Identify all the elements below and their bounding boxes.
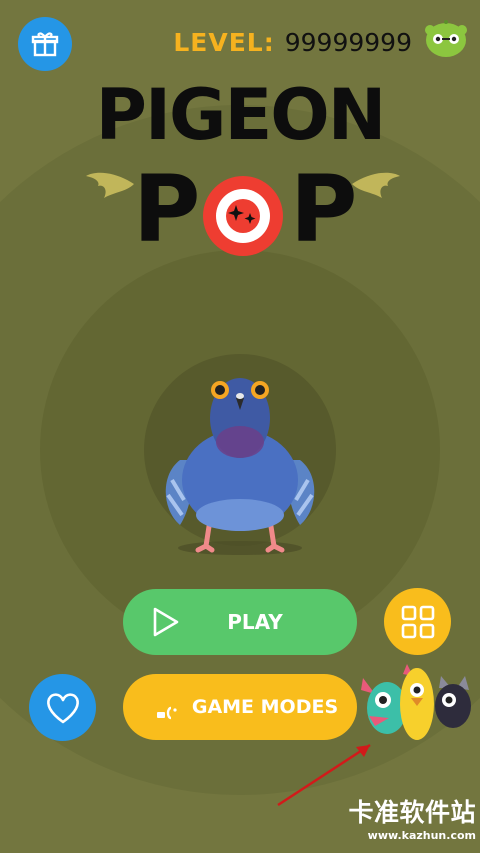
level-value: 99999999: [284, 27, 412, 57]
title-line-2: P P: [0, 164, 480, 256]
play-button[interactable]: PLAY: [123, 589, 357, 655]
gift-icon: [31, 32, 59, 57]
target-icon: [203, 176, 283, 256]
title-line-1: PIGEON: [95, 74, 387, 156]
title-letter-p2: P: [290, 156, 358, 263]
pigeon-character: [165, 378, 315, 555]
right-wing-icon: [352, 172, 400, 198]
grid-icon: [401, 605, 434, 638]
green-bug-icon: [425, 20, 467, 57]
level-display: LEVEL: 99999999: [173, 22, 412, 62]
game-modes-button[interactable]: GAME MODES: [123, 674, 357, 740]
game-title: PIGEON P P: [0, 74, 480, 256]
grid-menu-button[interactable]: [384, 588, 451, 655]
heart-icon: [46, 692, 79, 723]
watermark-url: www.kazhun.com: [367, 829, 476, 842]
birds-characters-icon: [361, 664, 471, 740]
watermark-text: 卡准软件站: [348, 798, 476, 827]
title-letter-p1: P: [133, 156, 201, 263]
level-label: LEVEL:: [173, 27, 275, 57]
heart-button[interactable]: [29, 674, 96, 741]
gift-button[interactable]: [18, 17, 72, 71]
watermark: 卡准软件站 www.kazhun.com: [330, 798, 480, 853]
left-wing-icon: [86, 172, 134, 198]
game-modes-icon: [157, 706, 177, 720]
play-icon: [153, 607, 179, 637]
game-screen: LEVEL: 99999999 PIGEON P P PLAY GAME MOD…: [0, 0, 480, 853]
